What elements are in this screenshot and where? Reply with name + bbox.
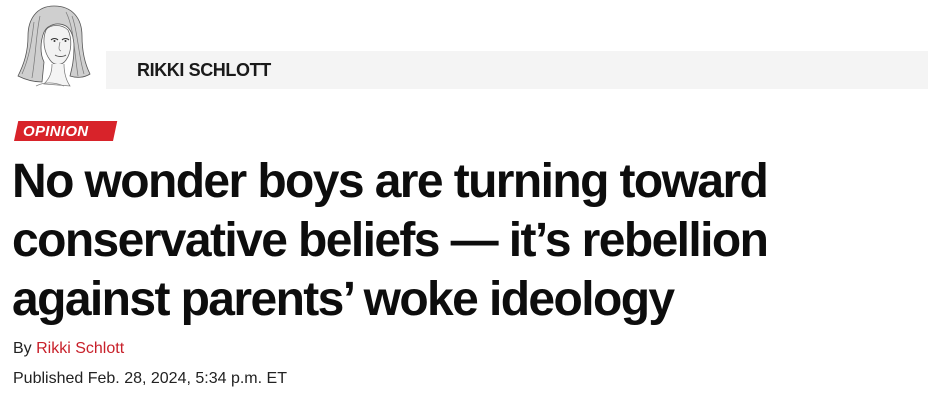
author-link[interactable]: Rikki Schlott: [36, 340, 124, 357]
published-timestamp: Published Feb. 28, 2024, 5:34 p.m. ET: [13, 370, 287, 388]
article-headline: No wonder boys are turning toward conser…: [12, 155, 769, 326]
byline-prefix: By: [13, 340, 32, 357]
author-headshot-sketch: [17, 5, 91, 87]
author-header-name[interactable]: RIKKI SCHLOTT: [137, 60, 271, 81]
opinion-section-tag[interactable]: OPINION: [14, 121, 118, 141]
byline: By Rikki Schlott: [13, 340, 124, 358]
opinion-tag-label: OPINION: [23, 122, 89, 140]
published-date: Feb. 28, 2024, 5:34 p.m. ET: [87, 370, 287, 387]
published-prefix: Published: [13, 370, 84, 387]
author-header-band: RIKKI SCHLOTT: [106, 51, 928, 89]
avatar[interactable]: [14, 2, 94, 90]
